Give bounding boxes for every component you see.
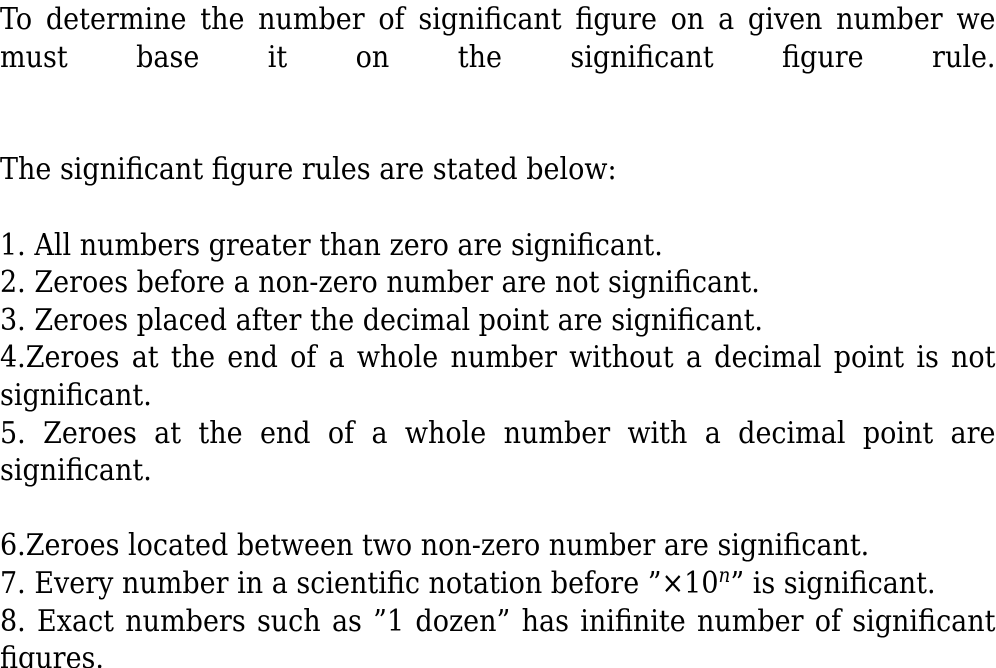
rule-number-8: 8. bbox=[0, 603, 26, 638]
rule-item-4: 4.Zeroes at the end of a whole number wi… bbox=[0, 339, 996, 414]
rule-item-3: 3. Zeroes placed after the decimal point… bbox=[0, 302, 996, 340]
rule-text-2: Zeroes before a non-zero number are not … bbox=[34, 265, 760, 300]
rule-separator-3 bbox=[26, 303, 35, 337]
rule-item-5: 5. Zeroes at the end of a whole number w… bbox=[0, 415, 996, 528]
rule-text-6: Zeroes located between two non-zero numb… bbox=[25, 528, 870, 563]
rule-number-2: 2. bbox=[0, 265, 26, 300]
rule-text-4: Zeroes at the end of a whole number with… bbox=[0, 340, 996, 412]
rule-text-7-before-math: Every number in a scientific notation be… bbox=[34, 565, 662, 600]
document-page: To determine the number of significant f… bbox=[0, 0, 996, 668]
significant-figure-rules-list: 1. All numbers greater than zero are sig… bbox=[0, 227, 996, 668]
document-body: To determine the number of significant f… bbox=[0, 0, 996, 668]
scientific-notation-base: 10 bbox=[684, 565, 719, 600]
rule-item-6: 6.Zeroes located between two non-zero nu… bbox=[0, 527, 996, 565]
rule-separator-7 bbox=[26, 566, 35, 600]
rule-text-8: Exact numbers such as ”1 dozen” has inif… bbox=[0, 603, 996, 668]
rule-text-7-after-math: ” is significant. bbox=[730, 565, 936, 600]
rule-number-1: 1. bbox=[0, 227, 26, 262]
rule-number-5: 5. bbox=[0, 415, 26, 450]
rule-separator-8 bbox=[26, 604, 37, 638]
rule-separator-5 bbox=[26, 416, 43, 450]
rule-number-4: 4. bbox=[0, 340, 26, 375]
multiplication-sign-icon: × bbox=[661, 565, 685, 600]
scientific-notation-exponent: n bbox=[718, 563, 731, 588]
rule-number-7: 7. bbox=[0, 565, 26, 600]
rule-separator-2 bbox=[26, 265, 35, 299]
rule-number-3: 3. bbox=[0, 302, 26, 337]
rule-item-8: 8. Exact numbers such as ”1 dozen” has i… bbox=[0, 603, 996, 668]
rule-text-5: Zeroes at the end of a whole number with… bbox=[0, 415, 996, 488]
rule-text-1: All numbers greater than zero are signif… bbox=[34, 227, 663, 262]
rule-item-1: 1. All numbers greater than zero are sig… bbox=[0, 227, 996, 265]
rule-number-6: 6. bbox=[0, 528, 26, 563]
rule-item-2: 2. Zeroes before a non-zero number are n… bbox=[0, 264, 996, 302]
rule-separator-1 bbox=[26, 228, 35, 262]
rule-item-7: 7. Every number in a scientific notation… bbox=[0, 565, 996, 603]
intro-paragraph-1: To determine the number of significant f… bbox=[0, 2, 996, 74]
rule-text-3: Zeroes placed after the decimal point ar… bbox=[34, 302, 764, 337]
intro-paragraph-2: The significant figure rules are stated … bbox=[0, 152, 617, 187]
